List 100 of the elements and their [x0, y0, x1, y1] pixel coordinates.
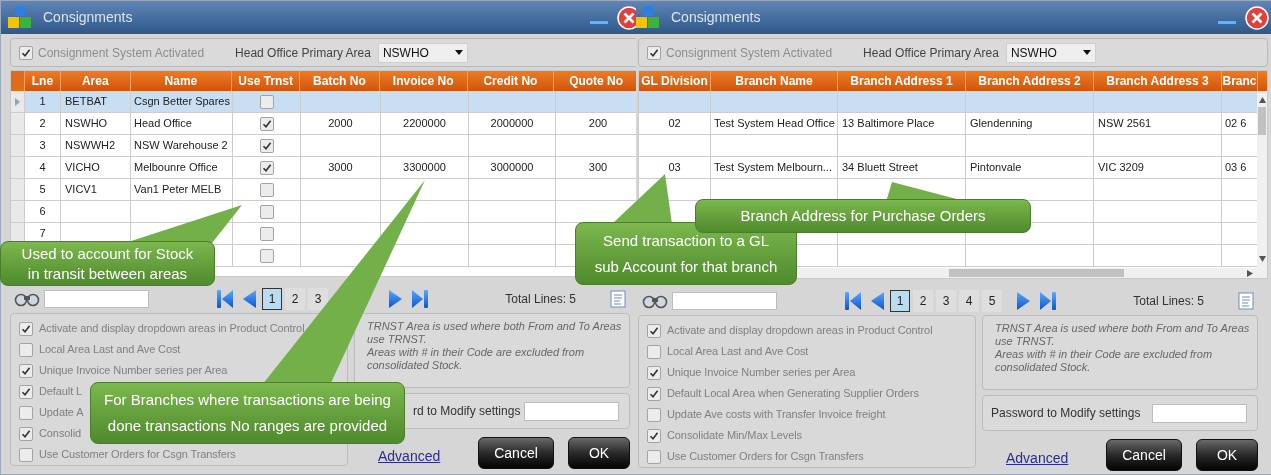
last-page-icon[interactable]: [410, 288, 430, 310]
ok-button[interactable]: OK: [568, 437, 630, 469]
checkbox[interactable]: [647, 407, 661, 422]
binoculars-icon[interactable]: [642, 293, 668, 309]
checkbox[interactable]: [259, 160, 274, 175]
option-label: Update A: [39, 405, 84, 421]
table-cell-text: 2000: [328, 116, 353, 132]
table-cell-text: 02 6: [1225, 116, 1247, 132]
table-cell-text: Van1 Peter MELB: [134, 182, 222, 198]
checkbox[interactable]: [647, 428, 661, 443]
advanced-link[interactable]: Advanced: [378, 448, 441, 464]
table-row[interactable]: 1 BETBAT Csgn Better Spares: [11, 91, 636, 113]
table-cell-text: 200: [588, 116, 608, 132]
info-note: TRNST Area is used where both From and To Areas use TRNST. Areas with # in their Code are excluded from consolidated Stock.: [982, 315, 1258, 390]
checkbox[interactable]: [259, 138, 274, 153]
option-label: Consolid: [39, 426, 81, 442]
scroll-thumb[interactable]: [949, 269, 1124, 277]
checkbox[interactable]: [19, 426, 33, 441]
table-row[interactable]: 02 Test System Head Office 13 Baltimore Place Glendenning NSW 2561 02 6: [639, 113, 1257, 135]
checkbox[interactable]: [259, 248, 274, 263]
checkbox[interactable]: [19, 45, 33, 60]
checkbox[interactable]: [647, 386, 661, 401]
checkbox[interactable]: [19, 342, 33, 357]
cancel-button[interactable]: Cancel: [1106, 439, 1182, 471]
password-field[interactable]: [1152, 403, 1247, 423]
table-cell-text: 13 Baltimore Place: [842, 116, 935, 132]
option-label: Default L: [39, 384, 83, 400]
document-icon[interactable]: [610, 290, 626, 308]
table-cell-text: 300: [588, 160, 608, 176]
table-row[interactable]: 5 VICV1 Van1 Peter MELB: [11, 179, 636, 201]
ok-button[interactable]: OK: [1196, 439, 1258, 471]
checkbox-label: Consignment System Activated: [666, 44, 833, 62]
area-dropdown[interactable]: NSWHO: [377, 42, 468, 63]
checkbox[interactable]: [19, 384, 33, 399]
checkbox[interactable]: [259, 182, 274, 197]
checkbox-label: Consignment System Activated: [38, 44, 205, 62]
checkbox[interactable]: [647, 365, 661, 380]
cancel-button[interactable]: Cancel: [478, 437, 554, 469]
callout-text: Branch Address for Purchase Orders: [740, 206, 986, 226]
minimize-icon[interactable]: [1217, 20, 1237, 25]
table-cell-text: NSWWH2: [65, 138, 116, 154]
scroll-up-icon[interactable]: [1258, 97, 1266, 103]
close-icon[interactable]: [1245, 5, 1269, 30]
scroll-down-icon[interactable]: [1258, 256, 1266, 262]
table-cell-text: 5: [39, 182, 46, 198]
scroll-right-icon[interactable]: [1247, 269, 1253, 277]
checkbox[interactable]: [19, 447, 33, 462]
document-icon[interactable]: [1238, 292, 1254, 310]
checkbox[interactable]: [19, 363, 33, 378]
minimize-icon[interactable]: [589, 20, 609, 25]
table-row[interactable]: 3 NSWWH2 NSW Warehouse 2: [11, 135, 636, 157]
checkbox[interactable]: [647, 323, 661, 338]
page-button[interactable]: 1: [262, 288, 282, 310]
password-field[interactable]: [524, 401, 619, 421]
checkbox[interactable]: [259, 226, 274, 241]
page-button[interactable]: 3: [308, 288, 328, 310]
caret-icon: [1082, 50, 1091, 55]
cubes-icon: [7, 4, 33, 31]
search-field[interactable]: [44, 290, 149, 308]
vertical-scrollbar[interactable]: [1257, 91, 1267, 268]
checkbox[interactable]: [19, 321, 33, 336]
table-cell-text: VIC 3209: [1098, 160, 1144, 176]
table-cell-text: 3000000: [490, 160, 534, 176]
page-button[interactable]: 3: [936, 290, 956, 312]
table-cell-text: Test System Melbourn...: [714, 160, 832, 176]
checkbox[interactable]: [19, 405, 33, 420]
first-page-icon[interactable]: [215, 288, 235, 310]
page-button[interactable]: 2: [285, 288, 305, 310]
checkbox[interactable]: [259, 116, 274, 131]
table-cell-text: 03 6: [1225, 160, 1247, 176]
option-label: Use Customer Orders for Csgn Transfers: [39, 447, 236, 463]
checkbox[interactable]: [259, 204, 274, 219]
total-lines: Total Lines: 5: [1133, 293, 1204, 310]
table-row[interactable]: 03 Test System Melbourn... 34 Bluett Street Pintonvale VIC 3209 03 6: [639, 157, 1257, 179]
option-label: Default Local Area when Generating Supplier Orders: [667, 386, 919, 402]
close-icon[interactable]: [617, 5, 636, 30]
advanced-link[interactable]: Advanced: [1006, 450, 1069, 466]
table-cell-text: VICHO: [65, 160, 100, 176]
page-button[interactable]: 1: [890, 290, 910, 312]
first-page-icon[interactable]: [843, 290, 863, 312]
table-cell-text: NSWHO: [65, 116, 108, 132]
caret-icon: [454, 50, 463, 55]
checkbox[interactable]: [647, 344, 661, 359]
row-selector[interactable]: [11, 91, 25, 112]
search-field[interactable]: [672, 292, 777, 310]
scroll-thumb[interactable]: [1258, 107, 1266, 135]
option-label: Use Customer Orders for Csgn Transfers: [667, 449, 864, 465]
table-cell-text: BETBAT: [65, 94, 107, 110]
table-row[interactable]: 2 NSWHO Head Office 2000 2200000 2000000 200: [11, 113, 636, 135]
last-page-icon[interactable]: [1038, 290, 1058, 312]
area-dropdown[interactable]: NSWHO: [1005, 42, 1096, 63]
binoculars-icon[interactable]: [14, 291, 40, 307]
checkbox[interactable]: [647, 449, 661, 464]
page-button[interactable]: 2: [913, 290, 933, 312]
checkbox[interactable]: [259, 94, 274, 109]
checkbox[interactable]: [647, 45, 661, 60]
option-label: Local Area Last and Ave Cost: [39, 342, 181, 358]
page-button[interactable]: 4: [959, 290, 979, 312]
table-row[interactable]: 4 VICHO Melbounre Office 3000 3300000 3000000 300: [11, 157, 636, 179]
page-button[interactable]: 5: [982, 290, 1002, 312]
